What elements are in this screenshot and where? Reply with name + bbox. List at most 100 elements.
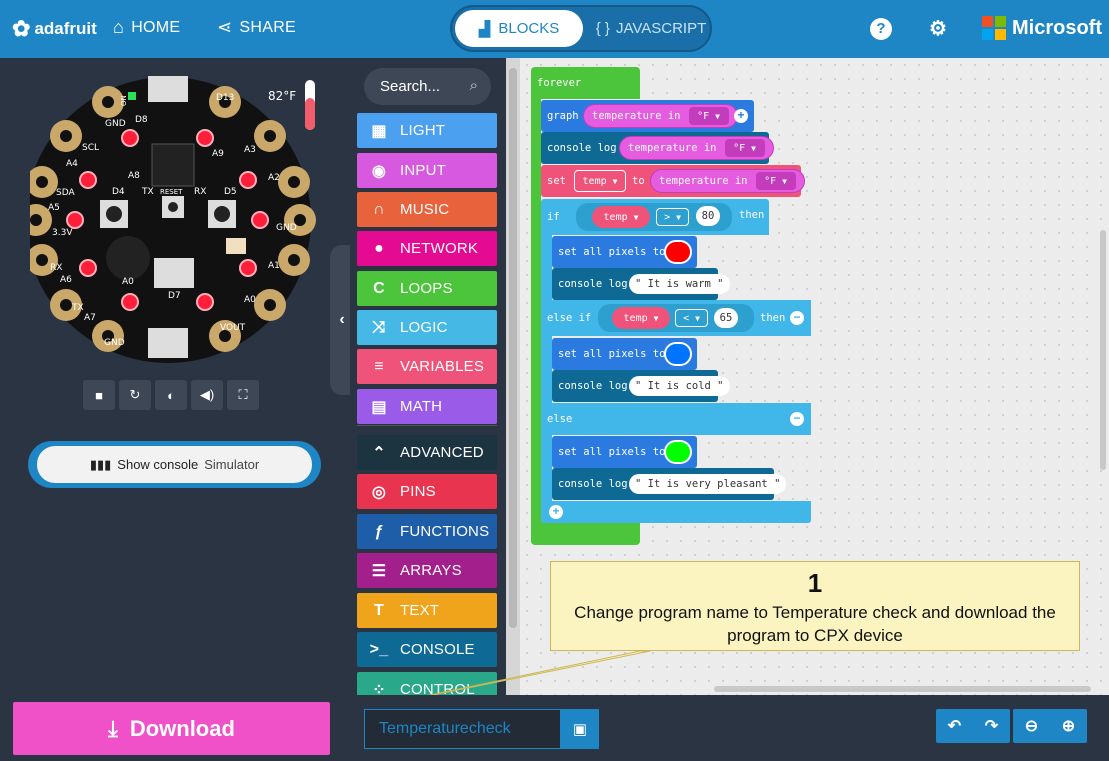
unit-label: °F: [764, 175, 777, 187]
zoom-in-icon[interactable]: ⊕: [1050, 709, 1087, 743]
set-pixels-label: set all pixels to: [558, 446, 666, 458]
workspace-scrollbar-vertical[interactable]: [1100, 230, 1106, 470]
share-button[interactable]: ⋖ SHARE: [217, 17, 296, 38]
remove-else-icon[interactable]: −: [790, 412, 804, 426]
temp-reporter[interactable]: temp ▼: [592, 206, 650, 228]
string-value: " It is very pleasant ": [635, 478, 781, 490]
speaker: [106, 236, 150, 280]
redo-icon[interactable]: ↷: [973, 709, 1010, 743]
slowmo-icon[interactable]: ◐: [155, 380, 187, 410]
operator-dropdown[interactable]: < ▼: [675, 309, 708, 327]
number-input[interactable]: 80: [696, 206, 720, 226]
blocks-mode-button[interactable]: ▟ BLOCKS: [455, 10, 583, 47]
brand-label: adafruit: [34, 19, 97, 38]
else-block[interactable]: else: [541, 403, 811, 435]
category-light[interactable]: ▦ LIGHT: [357, 113, 497, 148]
temp-label: temp: [623, 312, 648, 324]
sound-icon[interactable]: ◀): [191, 380, 223, 410]
toolbox: Search... ⌕ ▦ LIGHT ◉ INPUT ∩ MUSIC ● NETWOR…: [350, 58, 505, 695]
svg-text:GND: GND: [104, 338, 125, 348]
zoom-out-icon[interactable]: ⊖: [1013, 709, 1050, 743]
download-button[interactable]: ⤓ Download: [13, 702, 330, 755]
string-input[interactable]: " It is warm ": [629, 274, 730, 294]
string-value: " It is warm ": [635, 278, 724, 290]
category-control[interactable]: ⁘ CONTROL: [357, 672, 497, 695]
category-console[interactable]: >_ CONSOLE: [357, 632, 497, 667]
category-text[interactable]: T TEXT: [357, 593, 497, 628]
category-network[interactable]: ● NETWORK: [357, 231, 497, 266]
add-branch-icon[interactable]: +: [549, 505, 563, 519]
show-console-button[interactable]: ▮▮▮ Show console Simulator: [28, 441, 321, 488]
string-input[interactable]: " It is cold ": [629, 376, 730, 396]
unit-dropdown[interactable]: °F ▼: [755, 172, 796, 190]
add-parameter-icon[interactable]: +: [734, 109, 748, 123]
list-ordered-icon: ☰: [371, 562, 387, 580]
category-pins[interactable]: ◎ PINS: [357, 474, 497, 509]
svg-text:VOUT: VOUT: [220, 323, 246, 333]
chat-icon: ●: [374, 239, 384, 257]
color-swatch-green[interactable]: [664, 440, 692, 464]
category-logic[interactable]: ⤨ LOGIC: [357, 310, 497, 345]
microsoft-icon: [982, 16, 1006, 40]
temperature-reporter[interactable]: temperature in °F ▼: [619, 136, 774, 160]
fullscreen-icon[interactable]: ⛶: [227, 380, 259, 410]
operator-dropdown[interactable]: > ▼: [656, 208, 689, 226]
dropdown-arrow-icon: ▼: [653, 313, 659, 323]
toolbox-search[interactable]: Search... ⌕: [364, 68, 491, 105]
toolbox-scrollbar[interactable]: [506, 58, 520, 695]
category-label: MUSIC: [400, 201, 450, 218]
if-block-arm: [541, 235, 552, 300]
temperature-label: temperature in: [592, 110, 681, 122]
workspace-scrollbar-horizontal[interactable]: [714, 686, 1091, 692]
toolbox-scroll-thumb[interactable]: [509, 68, 517, 628]
save-icon: ▣: [572, 721, 588, 738]
string-input[interactable]: " It is very pleasant ": [629, 474, 787, 494]
search-placeholder: Search...: [380, 78, 441, 95]
home-button[interactable]: ⌂ HOME: [113, 17, 180, 38]
category-advanced[interactable]: ⌃ ADVANCED: [357, 435, 497, 470]
javascript-mode-button[interactable]: { } JAVASCRIPT: [592, 10, 710, 47]
category-label: MATH: [400, 398, 443, 415]
dropdown-arrow-icon: ▼: [782, 176, 787, 186]
stop-icon[interactable]: ■: [83, 380, 115, 410]
project-name-input[interactable]: [364, 709, 561, 749]
unit-dropdown[interactable]: °F ▼: [688, 107, 729, 125]
gear-icon[interactable]: ⚙: [926, 16, 950, 40]
svg-text:A2: A2: [268, 173, 280, 183]
svg-text:GND: GND: [276, 223, 297, 233]
circuit-playground-board[interactable]: GND D13 D8 SCL A4 SDA A5 3.3V RX A6 TX A…: [30, 70, 346, 366]
restart-icon[interactable]: ↻: [119, 380, 151, 410]
chevron-up-icon: ⌃: [372, 444, 386, 462]
color-swatch-blue[interactable]: [664, 342, 692, 366]
editor-mode-toggle: ▟ BLOCKS { } JAVASCRIPT: [450, 5, 712, 52]
category-variables[interactable]: ≡ VARIABLES: [357, 349, 497, 384]
temperature-reporter[interactable]: temperature in °F ▼: [650, 169, 805, 193]
svg-text:RX: RX: [194, 187, 206, 197]
unit-dropdown[interactable]: °F ▼: [724, 139, 765, 157]
temperature-reporter[interactable]: temperature in °F ▼: [583, 104, 738, 128]
operator-label: <: [683, 312, 690, 324]
undo-icon[interactable]: ↶: [936, 709, 973, 743]
save-button[interactable]: ▣: [561, 709, 599, 749]
category-arrays[interactable]: ☰ ARRAYS: [357, 553, 497, 588]
category-label: LOGIC: [400, 319, 448, 336]
color-swatch-red[interactable]: [664, 240, 692, 264]
forever-block[interactable]: forever: [531, 67, 640, 99]
variable-dropdown[interactable]: temp ▼: [574, 170, 626, 192]
help-icon[interactable]: ?: [870, 18, 892, 40]
svg-text:D13: D13: [216, 93, 234, 103]
microsoft-logo[interactable]: Microsoft: [982, 16, 1102, 40]
adafruit-logo[interactable]: ✿ adafruit: [12, 16, 97, 42]
instruction-callout: 1 Change program name to Temperature che…: [550, 561, 1080, 651]
temp-reporter[interactable]: temp ▼: [612, 307, 670, 329]
number-input[interactable]: 65: [714, 308, 738, 328]
category-functions[interactable]: ƒ FUNCTIONS: [357, 514, 497, 549]
category-math[interactable]: ▤ MATH: [357, 389, 497, 424]
remove-branch-icon[interactable]: −: [790, 311, 804, 325]
svg-text:A8: A8: [128, 171, 140, 181]
category-music[interactable]: ∩ MUSIC: [357, 192, 497, 227]
category-input[interactable]: ◉ INPUT: [357, 153, 497, 188]
operator-label: >: [664, 211, 671, 223]
simulator-controls: ■ ↻ ◐ ◀) ⛶: [83, 380, 259, 410]
category-loops[interactable]: C LOOPS: [357, 271, 497, 306]
